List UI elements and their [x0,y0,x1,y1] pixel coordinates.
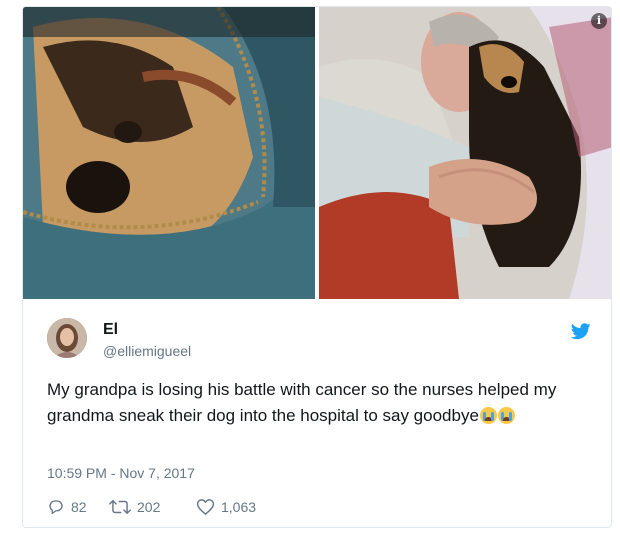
twitter-bird-icon[interactable] [571,323,591,340]
reply-button[interactable]: 82 [47,498,87,516]
photo-grandpa-with-dog[interactable]: i [319,7,611,299]
retweet-count: 202 [137,499,161,515]
reply-count: 82 [71,499,87,515]
crying-face-emoji [479,407,497,424]
retweet-button[interactable]: 202 [109,498,160,516]
tweet-card: i El @elliemigueel My grandpa is losing … [22,6,612,528]
tweet-media[interactable]: i [23,7,611,299]
tweet-text: My grandpa is losing his battle with can… [47,377,577,429]
photo-dog-in-bag[interactable] [23,7,315,299]
avatar[interactable] [47,318,87,358]
retweet-icon [109,500,131,514]
crying-face-emoji [497,407,515,424]
like-button[interactable]: 1,063 [196,498,256,516]
info-icon[interactable]: i [591,13,607,29]
like-count: 1,063 [221,499,257,515]
photo-dog-in-bag-graphic [23,7,315,299]
avatar-graphic [47,318,87,358]
tweet-timestamp[interactable]: 10:59 PM - Nov 7, 2017 [47,465,195,481]
display-name[interactable]: El [103,321,118,339]
reply-icon [49,500,63,515]
photo-grandpa-with-dog-graphic [319,7,611,299]
heart-icon [196,499,215,515]
user-handle[interactable]: @elliemigueel [103,343,191,359]
